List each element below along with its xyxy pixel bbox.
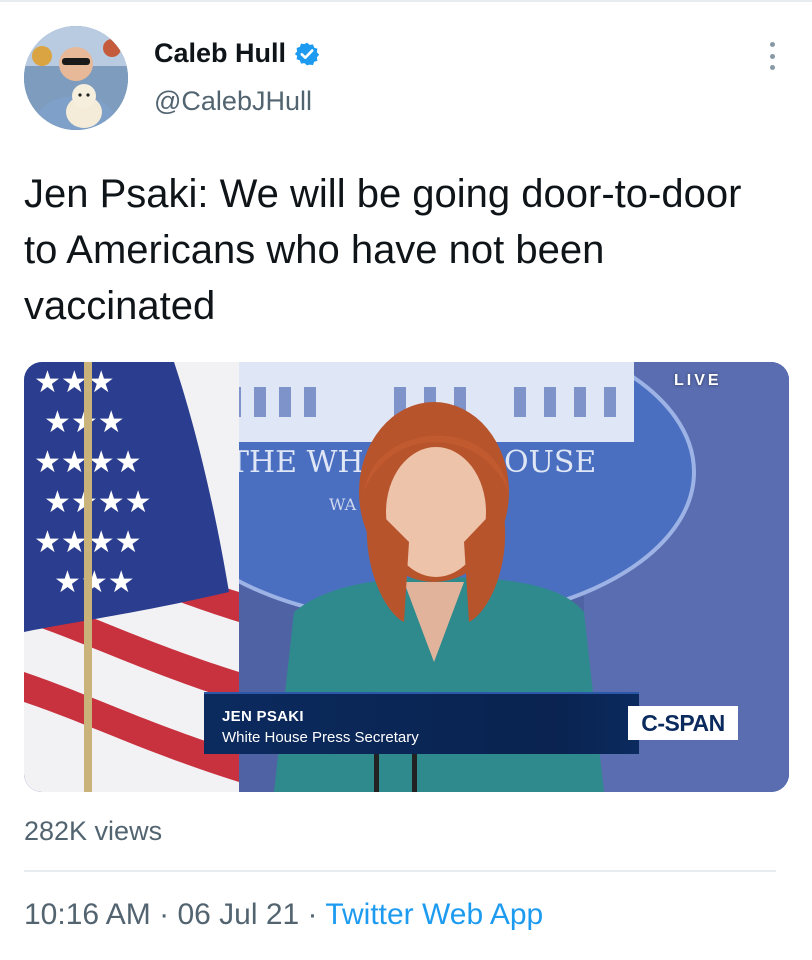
svg-text:★★★: ★★★: [34, 365, 115, 400]
tweet-time[interactable]: 10:16 AM: [24, 898, 151, 931]
more-options-icon[interactable]: [760, 38, 784, 74]
divider: [24, 870, 776, 872]
tweet-text: Jen Psaki: We will be going door-to-door…: [24, 172, 742, 328]
dot: [769, 53, 775, 59]
svg-text:★★★★: ★★★★: [44, 485, 152, 520]
backdrop-text-right: OUSE: [504, 445, 596, 480]
lower-third-banner: JEN PSAKI White House Press Secretary: [204, 692, 639, 754]
dot: [769, 42, 775, 47]
svg-text:★★★: ★★★: [54, 565, 135, 600]
video-player[interactable]: THE WH OUSE WA ★★★★★★★★★★ ★★★★★★★★★★★: [24, 362, 789, 792]
tweet-date[interactable]: 06 Jul 21: [177, 898, 299, 931]
live-label: LIVE: [674, 372, 722, 389]
tweet-meta: 10:16 AM · 06 Jul 21 · Twitter Web App: [24, 898, 543, 932]
avatar[interactable]: [24, 26, 128, 130]
backdrop-subtext: WA: [329, 495, 357, 514]
top-divider: [0, 0, 812, 2]
meta-separator: ·: [299, 898, 326, 931]
user-display-name[interactable]: Caleb Hull: [154, 38, 286, 69]
lower-third-name: JEN PSAKI: [222, 708, 304, 725]
user-handle[interactable]: @CalebJHull: [154, 86, 312, 117]
lower-third-title: White House Press Secretary: [222, 729, 419, 746]
tweet-source-link[interactable]: Twitter Web App: [325, 898, 543, 931]
avatar-image: [24, 26, 128, 130]
dot: [769, 65, 775, 70]
network-logo: C-SPAN: [628, 706, 738, 740]
view-count: 282K views: [24, 816, 163, 846]
user-name-row[interactable]: Caleb Hull: [154, 38, 320, 69]
backdrop-text-left: THE WH: [229, 445, 364, 480]
verified-badge-icon: [294, 42, 320, 65]
meta-separator: ·: [150, 898, 178, 931]
